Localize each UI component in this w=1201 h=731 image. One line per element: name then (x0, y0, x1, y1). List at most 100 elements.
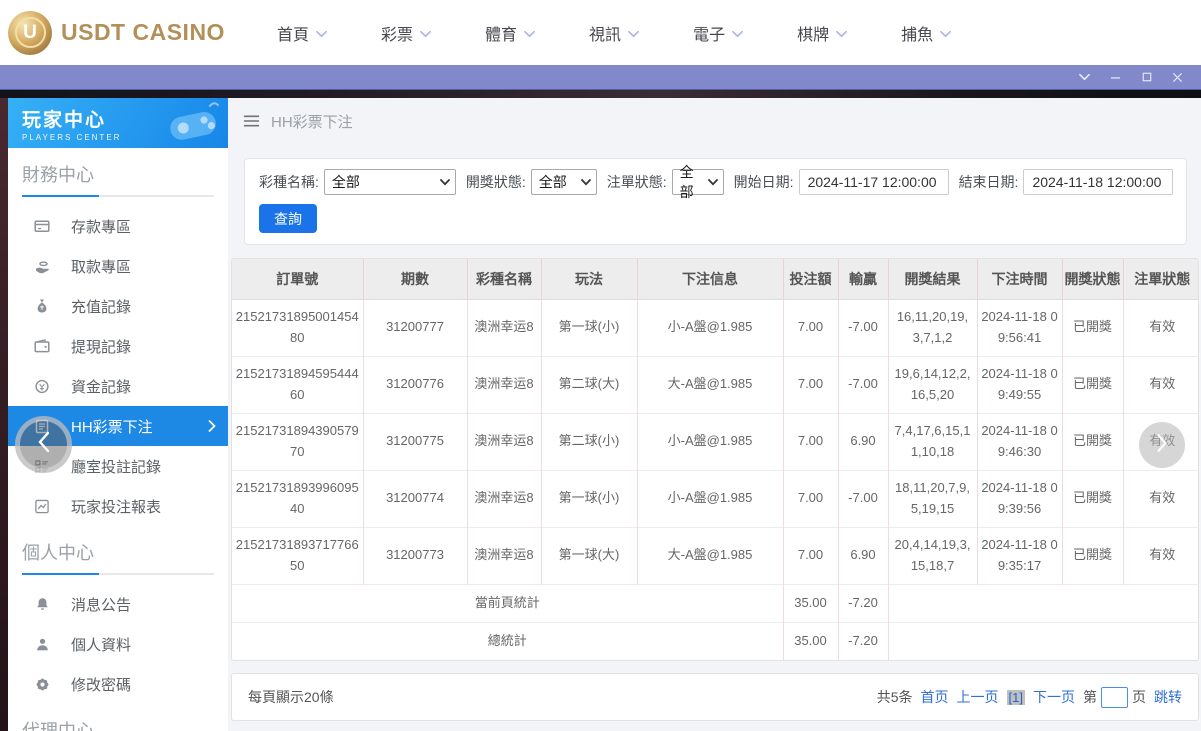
sidebar-item-label: 修改密碼 (71, 676, 132, 694)
current-page-indicator: [1] (1006, 689, 1025, 705)
cell-bet_info: 大-A盤@1.985 (636, 526, 783, 584)
start-date-label: 開始日期: (733, 174, 794, 190)
close-button[interactable] (1162, 65, 1193, 89)
sidebar-item-profile[interactable]: 個人資料 (8, 624, 228, 664)
cell-draw_result: 7,4,17,6,15,11,10,18 (887, 412, 977, 470)
page-jump-input[interactable] (1101, 686, 1128, 708)
sidebar-item-label: 存款專區 (71, 218, 132, 236)
order-status-value: 全部 (679, 164, 694, 200)
end-date-label: 結束日期: (958, 174, 1019, 190)
lottery-name-select[interactable]: 全部 (323, 169, 456, 195)
summary-label: 當前頁統計 (232, 583, 783, 622)
sidebar-item-withdraw[interactable]: 取款專區 (8, 246, 228, 286)
page-title: HH彩票下注 (271, 113, 353, 131)
titlebar-chevron-button[interactable] (1069, 65, 1100, 89)
cell-period: 31200773 (362, 526, 467, 584)
nav-item-lottery[interactable]: 彩票 (354, 21, 458, 45)
coin-icon (33, 379, 51, 394)
sidebar-item-announcements[interactable]: 消息公告 (8, 584, 228, 624)
summary-win-loss: -7.20 (837, 621, 888, 660)
chevron-down-icon (420, 30, 431, 38)
brand-name: USDT CASINO (61, 19, 225, 45)
cell-play: 第二球(小) (540, 412, 637, 470)
column-header-period: 期數 (362, 259, 467, 300)
sidebar-item-withdrawal-record[interactable]: 提現記錄 (8, 326, 228, 366)
cell-order_no: 2152173189439057970 (232, 412, 363, 470)
order-status-label: 注單狀態: (606, 174, 667, 190)
cell-bet_amount: 7.00 (782, 412, 838, 470)
cell-lottery_name: 澳洲幸运8 (466, 355, 541, 413)
cell-bet_time: 2024-11-18 09:39:56 (976, 469, 1062, 527)
summary-label: 總統計 (232, 621, 783, 660)
nav-item-label: 電子 (693, 26, 726, 44)
cell-lottery_name: 澳洲幸运8 (466, 526, 541, 584)
nav-item-home[interactable]: 首頁 (250, 21, 354, 45)
sidebar-item-label: 充值記錄 (71, 298, 132, 316)
draw-status-value: 全部 (538, 174, 567, 190)
brand-logo[interactable]: U USDT CASINO (0, 10, 232, 55)
panel-expand-button[interactable] (1139, 422, 1185, 468)
sidebar-item-funds-record[interactable]: 資金記錄 (8, 366, 228, 406)
chevron-down-icon (707, 178, 718, 186)
cell-bet_info: 小-A盤@1.985 (636, 412, 783, 470)
section-title-agent: 代理中心 (22, 721, 94, 731)
nav-item-sports[interactable]: 體育 (458, 21, 562, 45)
cell-bet_info: 小-A盤@1.985 (636, 469, 783, 527)
jump-button[interactable]: 跳转 (1154, 687, 1182, 707)
chevron-right-icon (208, 420, 216, 432)
maximize-button[interactable] (1131, 65, 1162, 89)
current-page-summary-row: 當前頁統計 35.00 -7.20 (232, 583, 1198, 622)
chevron-down-icon (524, 30, 535, 38)
table-row: 2152173189439057970 31200775 澳洲幸运8 第二球(小) 小-… (232, 412, 1198, 470)
sidebar-item-label: 取款專區 (71, 258, 132, 276)
cell-play: 第一球(大) (540, 526, 637, 584)
first-page-link[interactable]: 首页 (921, 687, 949, 707)
sidebar-collapse-button[interactable] (15, 416, 72, 473)
cell-bet_time: 2024-11-18 09:56:41 (976, 298, 1062, 356)
deposit-card-icon (33, 218, 51, 234)
cell-order_no: 2152173189500145480 (232, 298, 363, 356)
order-status-select[interactable]: 全部 (671, 164, 724, 200)
column-header-bet_amount: 投注額 (782, 259, 838, 300)
start-date-input[interactable] (798, 169, 949, 195)
cell-bet_info: 小-A盤@1.985 (636, 298, 783, 356)
nav-item-label: 視訊 (589, 26, 622, 44)
top-navigation-bar: U USDT CASINO 首頁 彩票 體育 視訊 電子 棋牌 捕魚 (0, 0, 1201, 65)
application-window: U USDT CASINO 首頁 彩票 體育 視訊 電子 棋牌 捕魚 玩家中心 PLAYER… (0, 0, 1201, 731)
cell-order_status: 有效 (1122, 526, 1198, 584)
summary-empty (887, 583, 1198, 622)
cell-play: 第二球(大) (540, 355, 637, 413)
minimize-button[interactable] (1100, 65, 1131, 89)
cell-order_status: 有效 (1122, 469, 1198, 527)
nav-item-fishing[interactable]: 捕魚 (874, 21, 978, 45)
table-header-row: 訂單號 期數 彩種名稱 玩法 下注信息 投注額 輸贏 開獎結果 下注時間 開獎狀態 注單狀態 (232, 259, 1198, 300)
sidebar-item-recharge-record[interactable]: 充值記錄 (8, 286, 228, 326)
nav-item-slots[interactable]: 電子 (666, 21, 770, 45)
cell-play: 第一球(小) (540, 469, 637, 527)
cell-bet_amount: 7.00 (782, 469, 838, 527)
search-button[interactable]: 查詢 (259, 204, 317, 233)
coin-logo-icon: U (8, 10, 52, 55)
summary-win-loss: -7.20 (837, 583, 888, 622)
nav-item-label: 體育 (485, 26, 518, 44)
lottery-name-value: 全部 (331, 174, 360, 190)
sidebar-item-deposit[interactable]: 存款專區 (8, 206, 228, 246)
column-header-draw_result: 開獎結果 (887, 259, 977, 300)
end-date-input[interactable] (1023, 169, 1174, 195)
next-page-link[interactable]: 下一页 (1033, 687, 1075, 707)
sidebar-item-player-bet-report[interactable]: 玩家投注報表 (8, 486, 228, 526)
report-icon (33, 499, 51, 514)
hamburger-icon[interactable] (243, 114, 260, 128)
filter-panel: 彩種名稱: 全部 開獎狀態: 全部 注單狀態: 全部 開始日期: 2024-11… (244, 158, 1187, 245)
sidebar-item-label: 個人資料 (71, 636, 132, 654)
breadcrumb: HH彩票下注 (228, 98, 1201, 144)
sidebar-item-change-password[interactable]: 修改密碼 (8, 664, 228, 704)
draw-status-select[interactable]: 全部 (530, 169, 597, 195)
column-header-play: 玩法 (540, 259, 637, 300)
jump-suffix-label: 页 (1132, 689, 1146, 705)
person-icon (33, 637, 51, 652)
prev-page-link[interactable]: 上一页 (957, 687, 999, 707)
nav-item-chess[interactable]: 棋牌 (770, 21, 874, 45)
cell-bet_time: 2024-11-18 09:35:17 (976, 526, 1062, 584)
nav-item-video[interactable]: 視訊 (562, 21, 666, 45)
